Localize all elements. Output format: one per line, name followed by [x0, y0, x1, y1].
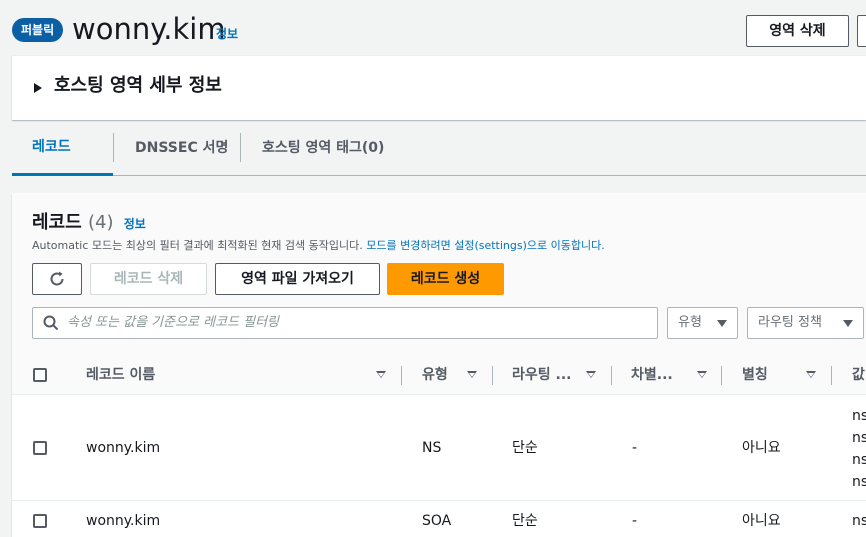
record-values: ns ns ns ns	[852, 405, 866, 493]
column-divider[interactable]	[611, 366, 612, 385]
records-title-text: 레코드	[32, 212, 82, 233]
expand-caret-icon	[34, 83, 42, 93]
refresh-icon	[50, 271, 64, 286]
tab-divider	[240, 133, 241, 162]
records-title: 레코드 (4) 정보	[32, 211, 146, 236]
record-type: NS	[422, 440, 442, 456]
sort-icon[interactable]	[806, 371, 816, 378]
col-differentiator[interactable]: 차별...	[631, 355, 673, 395]
records-table-header: 레코드 이름 유형 라우팅 ... 차별... 별칭 값	[12, 355, 866, 395]
record-differentiator: -	[632, 440, 638, 456]
hosted-zone-details-title: 호스팅 영역 세부 정보	[54, 75, 222, 96]
tab-divider	[113, 133, 114, 162]
sort-icon[interactable]	[586, 371, 596, 378]
col-record-name[interactable]: 레코드 이름	[86, 355, 155, 395]
hosted-zone-details-panel[interactable]: 호스팅 영역 세부 정보	[12, 55, 866, 120]
row-checkbox[interactable]	[33, 441, 47, 455]
record-value: ns	[852, 452, 866, 468]
record-value: ns	[852, 430, 866, 446]
refresh-button[interactable]	[32, 263, 82, 295]
type-filter-select[interactable]: 유형	[667, 307, 738, 339]
search-placeholder: 속성 또는 값을 기준으로 레코드 필터링	[67, 315, 280, 330]
records-panel-header: 레코드 (4) 정보 Automatic 모드는 최상의 필터 결과에 최적화된…	[12, 193, 866, 355]
record-name: wonny.kim	[86, 440, 161, 456]
sort-icon[interactable]	[376, 371, 386, 378]
page-title: wonny.kim	[72, 12, 226, 46]
column-divider[interactable]	[401, 366, 402, 385]
col-value[interactable]: 값	[852, 355, 865, 395]
table-row[interactable]: wonny.kim SOA 단순 - 아니요 ns	[12, 501, 866, 537]
sort-icon[interactable]	[697, 371, 707, 378]
records-description: Automatic 모드는 최상의 필터 결과에 최적화된 현재 검색 동작입니…	[32, 239, 605, 253]
records-count: (4)	[87, 212, 114, 233]
records-panel: 레코드 (4) 정보 Automatic 모드는 최상의 필터 결과에 최적화된…	[12, 193, 866, 537]
select-all-checkbox[interactable]	[33, 368, 47, 382]
import-zone-file-button[interactable]: 영역 파일 가져오기	[215, 263, 380, 295]
col-routing-policy[interactable]: 라우팅 ...	[512, 355, 571, 395]
delete-record-button[interactable]: 레코드 삭제	[90, 263, 207, 295]
record-routing-policy: 단순	[512, 440, 538, 456]
routing-policy-filter-select[interactable]: 라우팅 정책	[747, 307, 864, 339]
type-filter-label: 유형	[678, 315, 702, 330]
table-row[interactable]: wonny.kim NS 단순 - 아니요 ns ns ns ns	[12, 395, 866, 501]
records-info-link[interactable]: 정보	[124, 217, 146, 231]
record-value: ns	[852, 474, 866, 490]
description-text: Automatic 모드는 최상의 필터 결과에 최적화된 현재 검색 동작입니…	[32, 239, 367, 252]
record-value: ns	[852, 513, 866, 529]
record-differentiator: -	[632, 513, 638, 529]
record-filter-input[interactable]: 속성 또는 값을 기준으로 레코드 필터링	[32, 307, 658, 339]
search-icon	[43, 315, 59, 331]
header-overflow-button[interactable]	[857, 15, 866, 47]
record-alias: 아니요	[742, 440, 781, 456]
record-routing-policy: 단순	[512, 513, 538, 529]
tab-dnssec[interactable]: DNSSEC 서명	[115, 120, 248, 176]
row-checkbox[interactable]	[33, 514, 47, 528]
column-divider[interactable]	[831, 366, 832, 385]
tabs: 레코드(4) DNSSEC 서명 호스팅 영역 태그(0)	[12, 120, 866, 209]
sort-icon[interactable]	[467, 371, 477, 378]
tab-tags[interactable]: 호스팅 영역 태그(0)	[242, 120, 404, 176]
col-alias[interactable]: 별칭	[742, 355, 768, 395]
record-name: wonny.kim	[86, 513, 161, 529]
delete-zone-button[interactable]: 영역 삭제	[746, 15, 849, 47]
col-type[interactable]: 유형	[422, 355, 448, 395]
tab-records[interactable]: 레코드(4)	[12, 120, 113, 209]
settings-link[interactable]: 모드를 변경하려면 설정(settings)으로 이동합니다.	[366, 239, 604, 252]
record-type: SOA	[422, 513, 452, 529]
routing-filter-label: 라우팅 정책	[758, 315, 822, 330]
public-zone-badge: 퍼블릭	[12, 18, 64, 42]
route53-hosted-zone-page: 퍼블릭 wonny.kim 정보 영역 삭제 호스팅 영역 세부 정보 레코드(…	[0, 0, 866, 537]
chevron-down-icon	[717, 320, 727, 327]
column-divider[interactable]	[721, 366, 722, 385]
record-values: ns	[852, 510, 866, 532]
record-value: ns	[852, 408, 866, 424]
header-info-link[interactable]: 정보	[216, 25, 238, 42]
chevron-down-icon	[843, 320, 853, 327]
record-alias: 아니요	[742, 513, 781, 529]
create-record-button[interactable]: 레코드 생성	[387, 263, 504, 295]
column-divider[interactable]	[492, 366, 493, 385]
